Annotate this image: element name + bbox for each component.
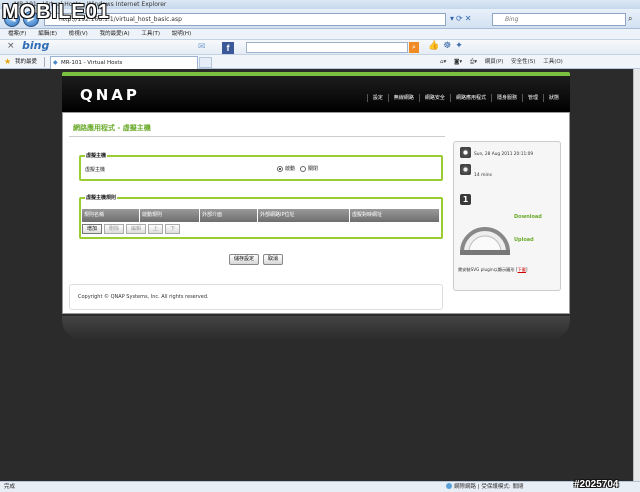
plugin-note-text: 需安裝SVG plugin以顯示圖形 [458,267,515,272]
zone-status: 網際網路 | 受保護模式: 關閉 [446,482,523,492]
cmd-safety[interactable]: 安全性(S) [511,59,535,65]
new-tab-button[interactable] [199,57,212,68]
globe-icon [446,483,452,489]
status-text: 完成 [4,484,16,490]
main-content: 網路應用程式 - 虛擬主機 虛擬主機 虛擬主機 啟動 關閉 虛擬主機規則 規則名… [62,112,570,314]
system-datetime: Sun, 28 Aug 2011 20:11:09 [474,152,534,157]
footer: Copyright © QNAP Systems, Inc. All right… [69,284,443,310]
page-shadow [62,316,570,340]
bing-search-input[interactable] [246,42,408,53]
col-external-ip: 外部網路IP位址 [258,209,350,222]
facebook-icon[interactable]: f [222,42,234,54]
menu-file[interactable]: 檔案(F) [8,31,26,37]
radio-enable-label: 啟動 [285,166,296,172]
rules-buttons: 增加 刪除 編輯 上 下 [82,224,182,234]
uptime-icon [460,164,471,175]
upload-label: Upload [514,237,534,243]
rss-icon[interactable]: ◙▾ [454,59,462,65]
move-down-button[interactable]: 下 [165,224,181,234]
col-rule-name: 規則名稱 [82,209,140,222]
virtual-host-label: 虛擬主機 [85,167,106,173]
menu-help[interactable]: 說明(H) [172,31,191,37]
menu-tools[interactable]: 工具(T) [141,31,160,37]
star-icon[interactable]: ★ [4,55,11,69]
home-icon[interactable]: ⌂▾ [440,59,446,65]
search-icon[interactable]: ⌕ [628,14,632,24]
watermark-id: #2025704 [574,479,619,490]
status-bar: 完成 網際網路 | 受保護模式: 關閉 [0,481,640,492]
col-external-interface: 外部介面 [200,209,258,222]
svg-plugin-note: 需安裝SVG plugin以顯示圖形 [下載] [458,267,528,272]
menu-bar: 檔案(F) 編輯(E) 檢視(V) 我的最愛(A) 工具(T) 說明(H) [0,29,640,40]
clock-icon [460,147,471,158]
col-rule-enabled: 啟動規則 [140,209,200,222]
traffic-gauge [460,227,510,255]
gauge-base [460,250,510,255]
traffic-icon: 1 [460,194,471,205]
cmd-tools[interactable]: 工具(O) [543,59,563,65]
edit-rule-button[interactable]: 編輯 [126,224,147,234]
virtual-host-toggle: 啟動 關閉 [277,165,323,172]
command-bar: ⌂▾ ◙▾ ⎙▾ 網頁(P) 安全性(S) 工具(O) [440,55,569,69]
nav-applications[interactable]: 網路應用程式 [449,94,491,102]
add-rule-button[interactable]: 增加 [82,224,103,234]
col-mapped-url: 虛擬對映網址 [350,209,440,222]
radio-disable-label: 關閉 [308,166,319,172]
cancel-button[interactable]: 取消 [263,254,284,265]
refresh-stop-icons[interactable]: ▾⟳✕ [450,13,473,25]
virtual-host-rules-section: 虛擬主機規則 規則名稱 啟動規則 外部介面 外部網路IP位址 虛擬對映網址 增加… [79,194,443,239]
menu-view[interactable]: 檢視(V) [69,31,88,37]
tab-title: MR-101 - Virtual Hosts [61,60,123,66]
toolbar-tool-icons[interactable]: 👍☸✦ [428,41,467,51]
radio-enable[interactable] [277,165,283,172]
status-side-panel: Sun, 28 Aug 2011 20:11:09 14 mins 1 Down… [453,141,561,291]
nav-stealth[interactable]: 隱身服務 [490,94,522,102]
menu-favorites[interactable]: 我的最愛(A) [100,31,130,37]
radio-disable[interactable] [300,165,307,172]
section-legend: 虛擬主機規則 [85,194,118,201]
copyright-text: Copyright © QNAP Systems, Inc. All right… [78,294,209,300]
browser-tab[interactable]: ◆ MR-101 - Virtual Hosts [50,56,198,69]
download-label: Download [514,214,542,220]
nav-wireless[interactable]: 無線網路 [387,94,419,102]
qnap-logo: QNAP [80,86,140,104]
nav-settings[interactable]: 設定 [366,94,388,102]
delete-rule-button[interactable]: 刪除 [104,224,125,234]
browser-search-input[interactable]: Bing [492,13,626,26]
page-title: 網路應用程式 - 虛擬主機 [73,124,151,132]
mail-icon[interactable]: ✉ [198,42,206,52]
page-icon: ◆ [53,59,58,66]
bing-toolbar: × bing ✉ f ⌕ 👍☸✦ [0,39,640,55]
system-uptime: 14 mins [474,173,492,178]
zone-text: 網際網路 | 受保護模式: 關閉 [454,484,524,490]
bing-logo: bing [22,39,50,52]
router-header: QNAP 設定 無線網路 網路安全 網路應用程式 隱身服務 管理 狀態 [62,72,570,112]
cmd-page[interactable]: 網頁(P) [485,59,504,65]
menu-edit[interactable]: 編輯(E) [38,31,57,37]
favorites-button[interactable]: 我的最愛 [15,55,37,69]
nav-security[interactable]: 網路安全 [418,94,450,102]
section-legend: 虛擬主機 [85,152,108,159]
watermark-logo: MOBILE01 [2,1,111,23]
move-up-button[interactable]: 上 [148,224,164,234]
nav-management[interactable]: 管理 [521,94,543,102]
virtual-host-section: 虛擬主機 虛擬主機 啟動 關閉 [79,152,443,181]
bing-search-icon[interactable]: ⌕ [409,42,419,53]
save-button[interactable]: 儲存設定 [229,254,260,265]
rules-table-header: 規則名稱 啟動規則 外部介面 外部網路IP位址 虛擬對映網址 [82,209,440,222]
favorites-bar: ★ 我的最愛 ◆ MR-101 - Virtual Hosts ⌂▾ ◙▾ ⎙▾… [0,55,640,69]
title-divider [69,136,445,137]
nav-status[interactable]: 狀態 [542,94,564,102]
plugin-download-link[interactable]: 下載 [518,267,526,272]
divider [44,57,45,67]
vertical-scrollbar[interactable] [633,69,640,481]
top-navigation: 設定 無線網路 網路安全 網路應用程式 隱身服務 管理 狀態 [366,94,564,102]
close-icon[interactable]: × [7,41,15,51]
print-icon[interactable]: ⎙▾ [470,59,477,65]
